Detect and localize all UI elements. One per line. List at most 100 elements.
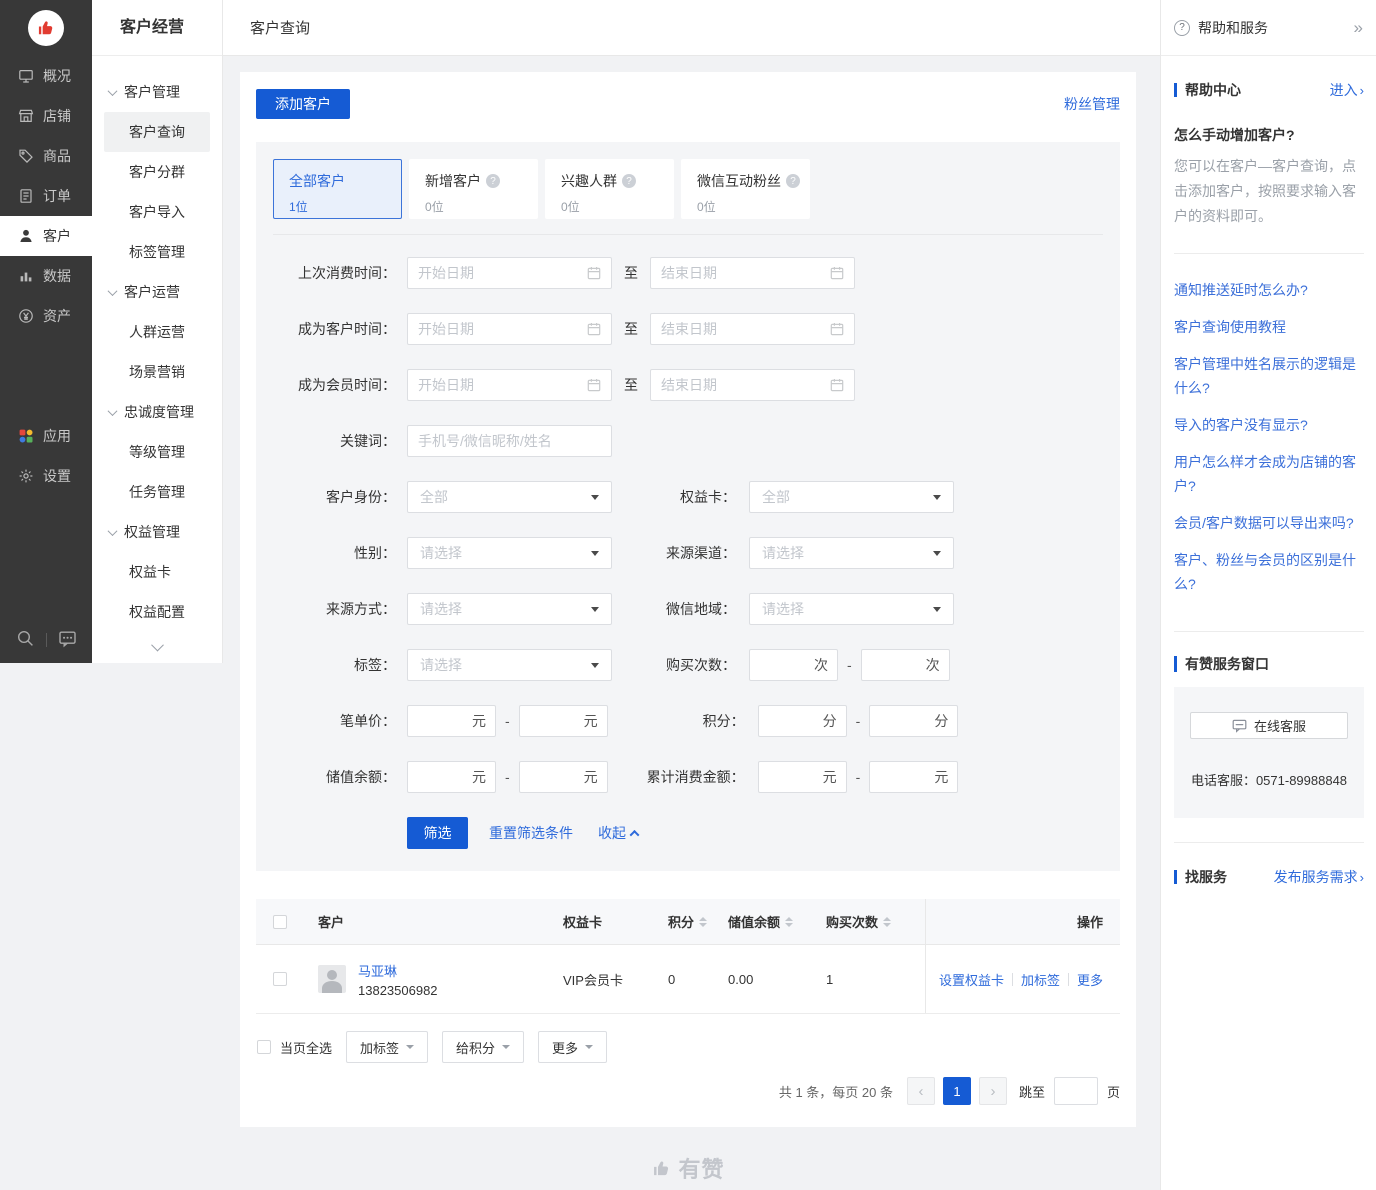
menu-item-benefit-config[interactable]: 权益配置 (104, 592, 210, 632)
help-link-become-customer[interactable]: 用户怎么样才会成为店铺的客户? (1174, 450, 1364, 498)
collapse-panel-icon[interactable] (1354, 18, 1363, 38)
sort-icon[interactable] (883, 916, 892, 927)
nav-item-assets[interactable]: 资产 (0, 296, 92, 336)
menu-group-customer-mgmt[interactable]: 客户管理 (92, 72, 222, 112)
nav-item-orders[interactable]: 订单 (0, 176, 92, 216)
sort-icon[interactable] (785, 916, 794, 927)
search-icon[interactable] (16, 629, 35, 651)
menu-item-crowd-ops[interactable]: 人群运营 (104, 312, 210, 352)
nav-item-goods[interactable]: 商品 (0, 136, 92, 176)
nav-item-data[interactable]: 数据 (0, 256, 92, 296)
brand-logo[interactable] (0, 0, 92, 56)
nav-item-shop[interactable]: 店铺 (0, 96, 92, 136)
end-date-input[interactable] (650, 257, 855, 289)
help-link-name-display-logic[interactable]: 客户管理中姓名展示的逻辑是什么? (1174, 352, 1364, 400)
customer-name-link[interactable]: 马亚琳 (358, 961, 438, 980)
fans-management-link[interactable]: 粉丝管理 (1064, 94, 1120, 114)
row-checkbox[interactable] (273, 972, 287, 986)
balance-min-input[interactable]: 元 (407, 761, 496, 793)
purchase-count-min-input[interactable]: 次 (749, 649, 838, 681)
total-spend-min-input[interactable]: 元 (757, 761, 847, 793)
page-select-all-checkbox[interactable] (257, 1040, 271, 1054)
menu-item-scene-marketing[interactable]: 场景营销 (104, 352, 210, 392)
chat-icon[interactable] (58, 629, 77, 651)
keyword-input[interactable] (407, 425, 612, 457)
bulk-more-button[interactable]: 更多 (538, 1031, 608, 1063)
tab-new-customers[interactable]: 新增客户 0位 (409, 159, 538, 219)
filter-submit-button[interactable]: 筛选 (407, 817, 468, 849)
menu-item-tag-mgmt[interactable]: 标签管理 (104, 232, 210, 272)
help-icon[interactable] (622, 174, 636, 188)
help-icon[interactable] (486, 174, 500, 188)
end-date-input[interactable] (650, 313, 855, 345)
help-panel-title: 帮助和服务 (1198, 19, 1268, 36)
filter-row-balance-total: 储值余额： 元 - 元 累计消费金额： 元 - 元 (273, 761, 1103, 793)
help-center-enter-link[interactable]: 进入 › (1330, 80, 1364, 100)
start-date-input[interactable] (407, 313, 612, 345)
menu-item-customer-segment[interactable]: 客户分群 (104, 152, 210, 192)
menu-item-customer-import[interactable]: 客户导入 (104, 192, 210, 232)
menu-item-task-mgmt[interactable]: 任务管理 (104, 472, 210, 512)
chevron-down-icon (107, 525, 118, 536)
tag-select[interactable]: 请选择 (407, 649, 612, 681)
collapse-filters-link[interactable]: 收起 (598, 823, 640, 843)
help-link-push-delay[interactable]: 通知推送延时怎么办? (1174, 278, 1364, 302)
tab-interest-group[interactable]: 兴趣人群 0位 (545, 159, 674, 219)
points-min-input[interactable]: 分 (757, 705, 847, 737)
publish-service-need-link[interactable]: 发布服务需求 › (1274, 867, 1364, 887)
add-tag-link[interactable]: 加标签 (1021, 970, 1060, 989)
add-customer-button[interactable]: 添加客户 (256, 89, 350, 119)
menu-group-customer-ops[interactable]: 客户运营 (92, 272, 222, 312)
menu-group-benefits[interactable]: 权益管理 (92, 512, 222, 552)
select-all-checkbox[interactable] (273, 914, 287, 929)
nav-item-settings[interactable]: 设置 (0, 456, 92, 496)
nav-item-customers[interactable]: 客户 (0, 216, 92, 256)
nav-label: 概况 (43, 68, 71, 84)
wechat-region-select[interactable]: 请选择 (749, 593, 954, 625)
sort-icon[interactable] (699, 916, 708, 927)
source-channel-select[interactable]: 请选择 (749, 537, 954, 569)
menu-item-level-mgmt[interactable]: 等级管理 (104, 432, 210, 472)
jump-page-input[interactable] (1053, 1077, 1098, 1105)
help-icon[interactable] (786, 174, 800, 188)
more-link[interactable]: 更多 (1077, 970, 1103, 989)
start-date-input[interactable] (407, 257, 612, 289)
points-max-input[interactable]: 分 (869, 705, 959, 737)
help-panel: 帮助和服务 帮助中心 进入› 怎么手动增加客户? 您可以在客户—客户查询，点击添… (1160, 0, 1376, 1190)
unit-price-min-input[interactable]: 元 (407, 705, 496, 737)
current-page-button[interactable]: 1 (942, 1077, 971, 1105)
menu-group-loyalty[interactable]: 忠诚度管理 (92, 392, 222, 432)
total-spend-max-input[interactable]: 元 (869, 761, 959, 793)
help-link-import-not-shown[interactable]: 导入的客户没有显示? (1174, 413, 1364, 437)
help-link-difference[interactable]: 客户、粉丝与会员的区别是什么? (1174, 548, 1364, 596)
menu-item-customer-query[interactable]: 客户查询 (104, 112, 210, 152)
nav-item-overview[interactable]: 概况 (0, 56, 92, 96)
bulk-add-tag-button[interactable]: 加标签 (346, 1031, 429, 1063)
pagination-summary: 共 1 条，每页 20 条 (778, 1084, 893, 1100)
purchase-count-max-input[interactable]: 次 (860, 649, 950, 681)
menu-collapse-button[interactable] (92, 632, 222, 669)
nav-item-apps[interactable]: 应用 (0, 416, 92, 456)
customer-identity-select[interactable]: 全部 (407, 481, 612, 513)
balance-max-input[interactable]: 元 (518, 761, 608, 793)
avatar (318, 965, 346, 993)
start-date-input[interactable] (407, 369, 612, 401)
end-date-input[interactable] (650, 369, 855, 401)
tab-all-customers[interactable]: 全部客户 1位 (273, 159, 402, 219)
next-page-button[interactable] (978, 1077, 1007, 1105)
set-benefit-card-link[interactable]: 设置权益卡 (939, 970, 1004, 989)
menu-item-benefit-card[interactable]: 权益卡 (104, 552, 210, 592)
gender-select[interactable]: 请选择 (407, 537, 612, 569)
reset-filters-link[interactable]: 重置筛选条件 (489, 823, 573, 843)
bulk-give-points-button[interactable]: 给积分 (442, 1031, 525, 1063)
tab-wechat-fans[interactable]: 微信互动粉丝 0位 (681, 159, 810, 219)
prev-page-button[interactable] (906, 1077, 935, 1105)
benefit-card-select[interactable]: 全部 (749, 481, 954, 513)
filter-row-last-purchase-time: 上次消费时间： 至 (273, 257, 1103, 289)
help-link-query-tutorial[interactable]: 客户查询使用教程 (1174, 315, 1364, 339)
source-method-select[interactable]: 请选择 (407, 593, 612, 625)
menu-title: 客户经营 (92, 0, 222, 56)
help-link-export-data[interactable]: 会员/客户数据可以导出来吗? (1174, 511, 1364, 535)
online-service-button[interactable]: 在线客服 (1190, 712, 1348, 739)
unit-price-max-input[interactable]: 元 (518, 705, 608, 737)
